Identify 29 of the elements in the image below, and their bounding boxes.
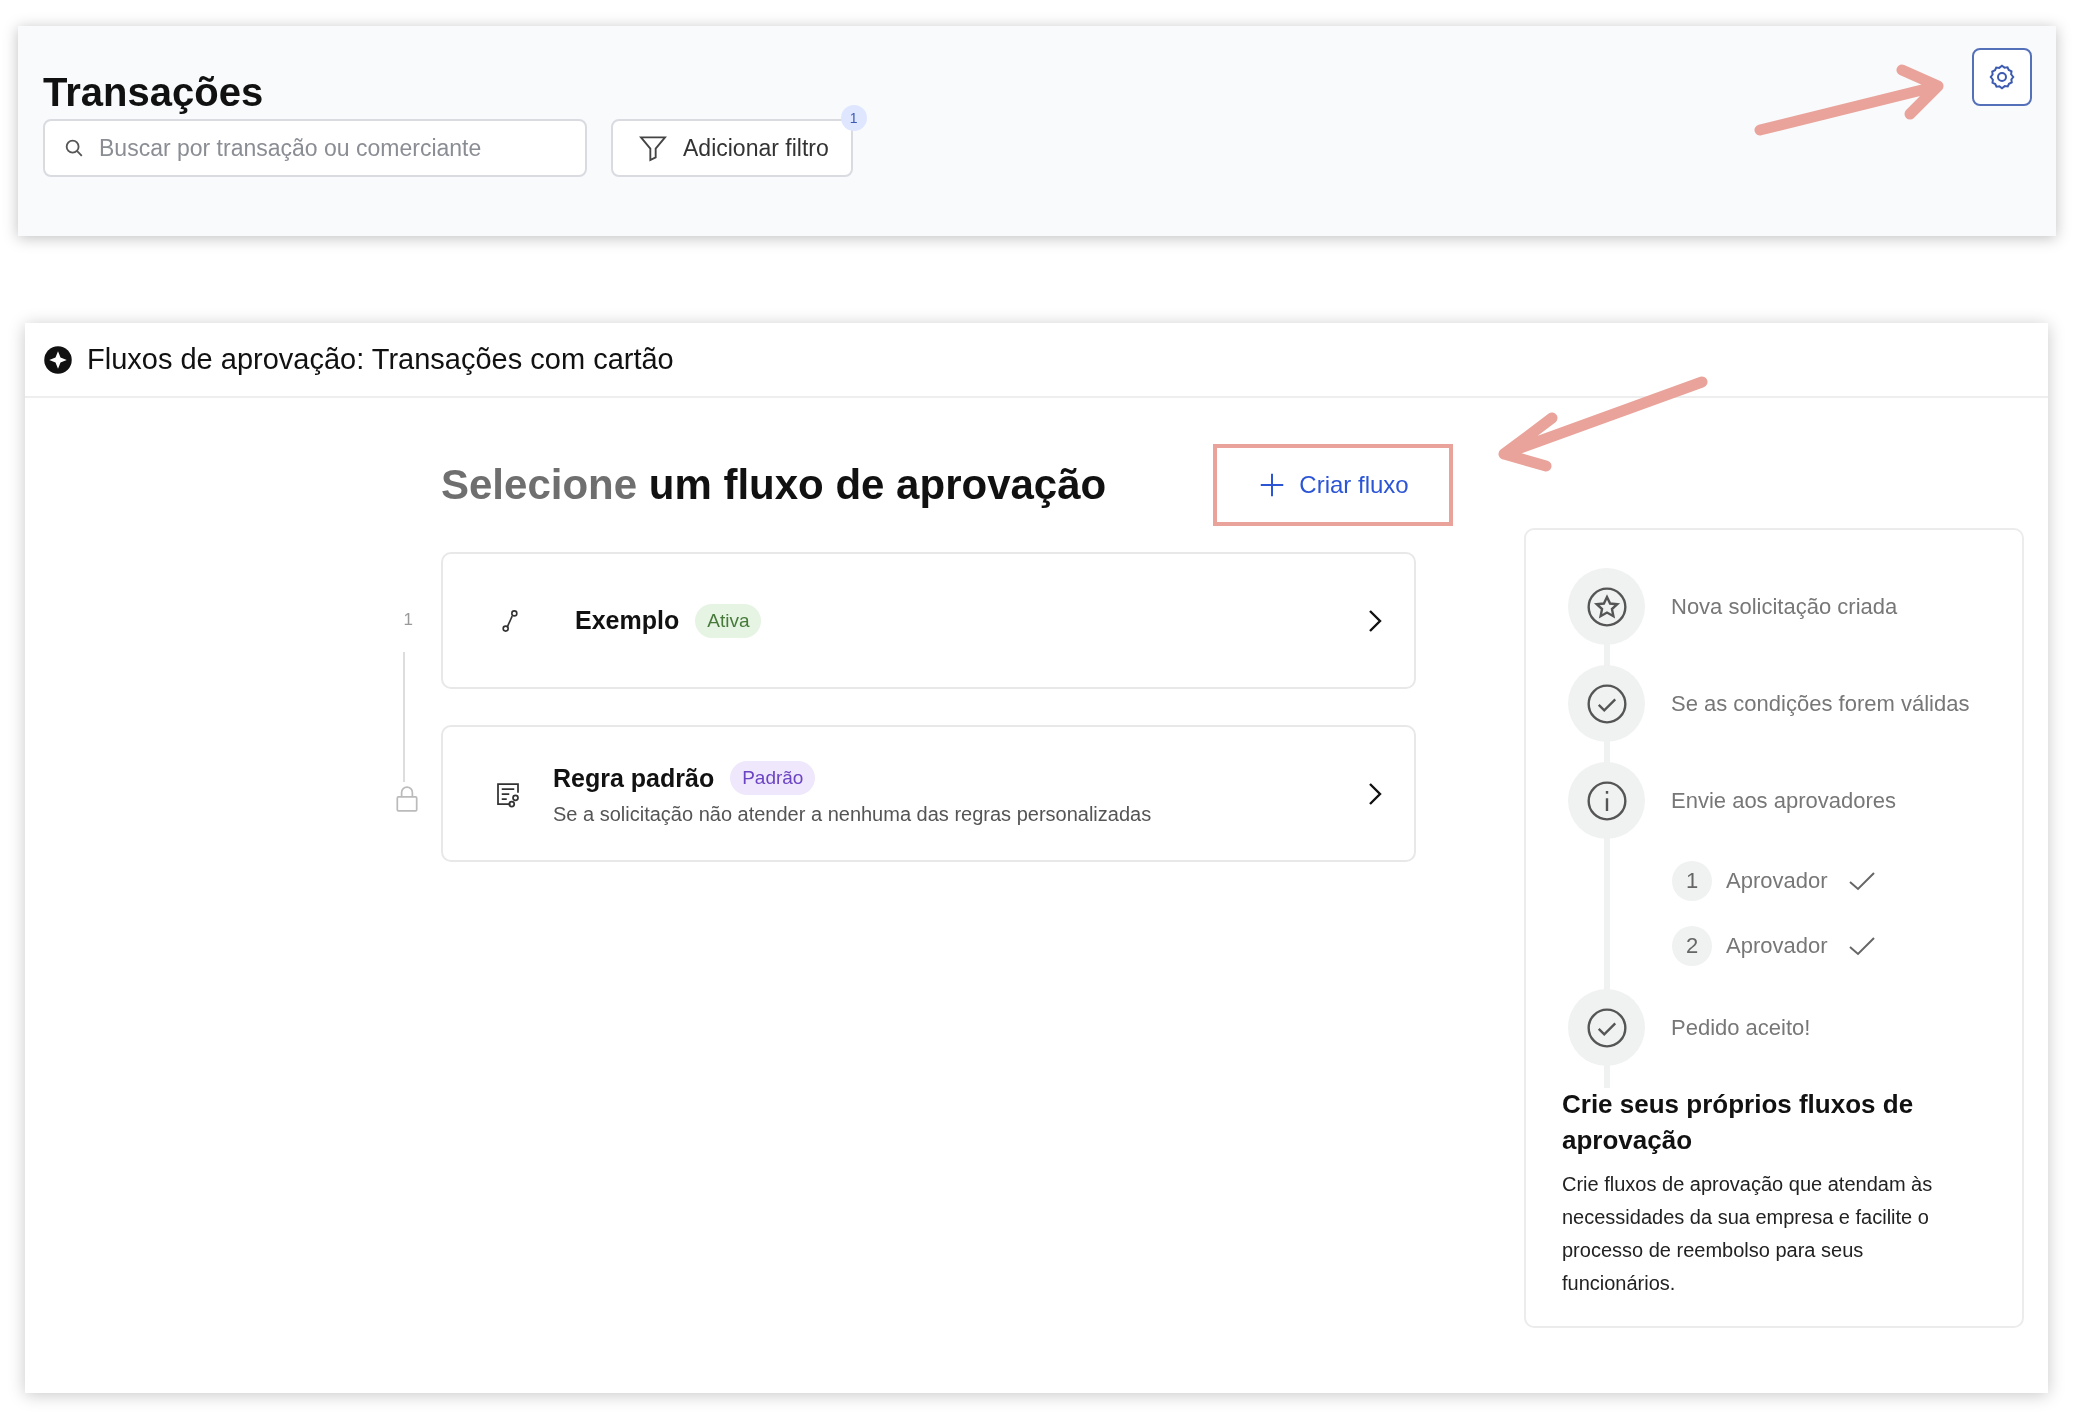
status-tag: Ativa [695,603,762,638]
filter-button[interactable]: Adicionar filtro [611,119,853,177]
search-field[interactable]: Buscar por transação ou comerciante [43,119,587,177]
flow-card[interactable]: Regra padrão Padrão Se a solicitação não atender a nenhuma das regras personalizadas [441,725,1416,862]
flow-name: Exemplo [575,606,680,635]
settings-icon [1987,62,2017,92]
preview-title: Crie seus próprios fluxos de aprovação [1562,1088,1915,1157]
step-label: Envie aos aprovadores [1671,787,1897,814]
lock-icon [394,785,420,813]
settings-button[interactable] [1972,48,2032,106]
step-label: Pedido aceito! [1671,1014,1811,1041]
page-title: Transações [43,70,264,115]
status-tag: Padrão [730,761,816,795]
flow-description: Se a solicitação não atender a nenhuma das regras personalizadas [553,803,1153,826]
search-icon [63,137,85,159]
flow-card[interactable]: Exemplo Ativa [441,552,1416,689]
step-label: Nova solicitação criada [1671,593,1898,620]
section-heading: Selecione um fluxo de aprovação [441,461,1107,509]
approver-label: Aprovador [1726,933,1828,959]
preview-description: Crie fluxos de aprovação que atendam às necessidades da sua empresa e facilite o processo de reembolso para seus funcionários. [1562,1172,1934,1296]
flow-name: Regra padrão [553,763,715,793]
approver-number: 1 [1672,861,1712,901]
count-badge: 1 [840,105,867,131]
compass-icon [43,344,73,375]
approver-number: 2 [1672,926,1712,966]
panel-title: Fluxos de aprovação: Transações com cartão [87,343,674,376]
flow-number: 1 [403,610,413,630]
step-label: Se as condições forem válidas [1671,690,1970,717]
approver-label: Aprovador [1726,868,1828,894]
